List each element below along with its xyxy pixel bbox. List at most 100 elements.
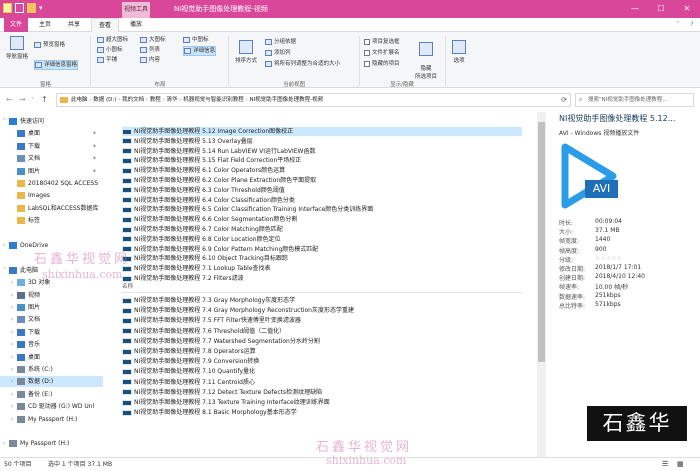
hide-selected-button[interactable]: 隐藏 所选项目	[412, 36, 440, 80]
file-row[interactable]: NI视觉助手图像处理教程 6.4 Color Classification颜色分…	[122, 196, 522, 205]
nav-item[interactable]: › 下载	[0, 327, 103, 338]
details-pane-button[interactable]: 详细信息窗格	[34, 60, 79, 70]
file-row[interactable]: NI视觉助手图像处理教程 6.8 Color Location颜色定位	[122, 235, 522, 244]
maximize-button[interactable]: ☐	[648, 0, 674, 18]
file-row[interactable]: NI视觉助手图像处理教程 7.10 Quantify量化	[122, 367, 522, 376]
details-view-icon[interactable]: ☰	[662, 458, 668, 471]
tab-share[interactable]: 共享	[62, 18, 86, 32]
forward-button[interactable]: →	[19, 95, 26, 104]
file-row[interactable]: NI视觉助手图像处理教程 7.3 Gray Morphology灰度形态学	[122, 296, 522, 305]
breadcrumb-item[interactable]: NI视觉助手图像处理教程-视频	[249, 97, 323, 103]
file-row[interactable]: NI视觉助手图像处理教程 6.3 Color Threshold颜色阈值	[122, 186, 522, 195]
layout-content[interactable]: 内容	[140, 56, 160, 64]
nav-item[interactable]: 下载 ✦	[0, 141, 103, 152]
nav-item[interactable]: › 系统 (C:)	[0, 364, 103, 375]
breadcrumb-item[interactable]: 清华	[167, 97, 178, 103]
layout-large-icons[interactable]: 大图标	[140, 36, 166, 44]
layout-tiles[interactable]: 平铺	[97, 56, 117, 64]
file-row[interactable]: NI视觉助手图像处理教程 6.1 Color Operators颜色运算	[122, 166, 522, 175]
up-button[interactable]: ↑	[41, 95, 48, 104]
file-row[interactable]: NI视觉助手图像处理教程 7.12 Detect Texture Defects…	[122, 388, 522, 397]
nav-item[interactable]: › My Passport (H:)	[0, 438, 103, 449]
large-icons-view-icon[interactable]: ▦	[677, 458, 684, 471]
preview-pane-button[interactable]: 预览窗格	[34, 41, 65, 49]
file-row[interactable]: NI视觉助手图像处理教程 7.6 Threshold阈值（二值化）	[122, 327, 522, 336]
nav-item[interactable]: 桌面 ✦	[0, 128, 103, 139]
layout-details[interactable]: 详细信息	[183, 46, 217, 56]
nav-item[interactable]: › 备份 (E:)	[0, 389, 103, 400]
nav-item[interactable]: › 文档	[0, 314, 103, 325]
ribbon-collapse-icon[interactable]: ˄	[672, 18, 684, 32]
file-row[interactable]: NI视觉助手图像处理教程 7.2 Filters滤波	[122, 274, 522, 283]
context-tab-video-tools[interactable]: 视频工具	[122, 2, 150, 18]
pin-icon[interactable]: ✦	[92, 128, 97, 139]
file-extensions-toggle[interactable]: 文件扩展名	[364, 49, 400, 57]
nav-item[interactable]: › My Passport (H:)	[0, 414, 103, 425]
file-row[interactable]: NI视觉助手图像处理教程 5.15 Flat Field Correction平…	[122, 156, 522, 165]
nav-item[interactable]: ˅ 快速访问	[0, 116, 103, 127]
nav-item[interactable]: 标签	[0, 215, 103, 226]
new-folder-icon[interactable]	[27, 3, 36, 13]
file-row[interactable]: NI视觉助手图像处理教程 7.11 Centroid质心	[122, 378, 522, 387]
column-header-name[interactable]: 名称	[122, 283, 133, 291]
file-row[interactable]: NI视觉助手图像处理教程 7.9 Conversion转换	[122, 357, 522, 366]
file-row[interactable]: NI视觉助手图像处理教程 7.1 Lookup Table查找表	[122, 264, 522, 273]
file-list-scrollbar[interactable]	[537, 112, 546, 457]
recent-locations-button[interactable]: ˅	[31, 97, 34, 104]
layout-extra-large-icons[interactable]: 超大图标	[97, 36, 128, 44]
file-row[interactable]: NI视觉助手图像处理教程 5.14 Run LabVIEW VI运行LabVIE…	[122, 147, 522, 156]
options-button[interactable]: 选项	[448, 40, 470, 64]
back-button[interactable]: ←	[6, 95, 13, 104]
file-row[interactable]: NI视觉助手图像处理教程 7.13 Texture Training Inter…	[122, 398, 522, 407]
breadcrumb-item[interactable]: 我的文档	[122, 97, 144, 103]
item-checkboxes-toggle[interactable]: 项目复选框	[364, 38, 400, 46]
close-button[interactable]: ✕	[674, 0, 700, 18]
quick-access-dropdown-icon[interactable]: ▾	[39, 3, 48, 13]
layout-small-icons[interactable]: 小图标	[97, 46, 123, 54]
nav-item[interactable]: 20180402 SQL ACCESS	[0, 178, 103, 189]
add-columns-button[interactable]: 添加列	[265, 49, 291, 57]
address-bar[interactable]: 此电脑 › 数据 (D:) › 我的文档 › 教程 › 清华 › 机器视觉与智能…	[56, 93, 571, 107]
layout-medium-icons[interactable]: 中图标	[183, 36, 209, 44]
breadcrumb-item[interactable]: 数据 (D:)	[93, 97, 116, 103]
sort-by-button[interactable]: 排序方式	[231, 40, 261, 64]
help-icon[interactable]: ?	[686, 18, 698, 32]
file-row[interactable]: NI视觉助手图像处理教程 7.7 Watershed Segmentation分…	[122, 337, 522, 346]
breadcrumb-item[interactable]: 教程	[150, 97, 161, 103]
hidden-items-toggle[interactable]: 隐藏的项目	[364, 60, 400, 68]
refresh-icon[interactable]: ⟳	[561, 94, 567, 106]
nav-item[interactable]: 文档 ✦	[0, 153, 103, 164]
nav-item[interactable]: › 数据 (D:)	[0, 376, 103, 388]
nav-pane-button[interactable]: 导航窗格	[3, 36, 31, 60]
pin-icon[interactable]: ✦	[92, 153, 97, 164]
file-row[interactable]: NI视觉助手图像处理教程 6.7 Color Matching颜色匹配	[122, 225, 522, 234]
file-row[interactable]: NI视觉助手图像处理教程 8.1 Basic Morphology基本形态学	[122, 408, 522, 417]
nav-item[interactable]: › 图片	[0, 302, 103, 313]
scrollbar-thumb[interactable]	[538, 122, 545, 362]
group-by-button[interactable]: 分组依据	[265, 38, 296, 46]
file-row[interactable]: NI视觉助手图像处理教程 7.8 Operators运算	[122, 347, 522, 356]
nav-item[interactable]: › 桌面	[0, 352, 103, 363]
pin-icon[interactable]: ✦	[92, 166, 97, 177]
nav-item[interactable]: › CD 驱动器 (G:) WD Unl	[0, 401, 103, 412]
layout-list[interactable]: 列表	[140, 46, 160, 54]
file-row[interactable]: NI视觉助手图像处理教程 7.5 FFT Filter快速傅里叶变换滤波器	[122, 316, 522, 325]
tab-file[interactable]: 文件	[4, 18, 28, 32]
file-row[interactable]: NI视觉助手图像处理教程 5.13 Overlay叠层	[122, 137, 522, 146]
file-row[interactable]: NI视觉助手图像处理教程 6.9 Color Pattern Matching颜…	[122, 245, 522, 254]
file-row[interactable]: NI视觉助手图像处理教程 6.2 Color Plane Extraction颜…	[122, 176, 522, 185]
nav-item[interactable]: › 音乐	[0, 339, 103, 350]
tab-home[interactable]: 主页	[33, 18, 57, 32]
pin-icon[interactable]: ✦	[92, 141, 97, 152]
nav-item[interactable]: LabSQL和ACCESS数据库	[0, 203, 103, 214]
file-row[interactable]: NI视觉助手图像处理教程 6.5 Color Classification Tr…	[122, 205, 522, 214]
nav-item[interactable]: Images	[0, 190, 103, 201]
file-row[interactable]: NI视觉助手图像处理教程 7.4 Gray Morphology Reconst…	[122, 306, 522, 315]
minimize-button[interactable]: —	[622, 0, 648, 18]
breadcrumb-item[interactable]: 机器视觉与智能识别教程	[183, 97, 244, 103]
file-row[interactable]: NI视觉助手图像处理教程 6.6 Color Segmentation颜色分割	[122, 215, 522, 224]
properties-icon[interactable]	[15, 3, 24, 13]
tab-view[interactable]: 查看	[91, 18, 119, 33]
breadcrumb[interactable]: 此电脑 › 数据 (D:) › 我的文档 › 教程 › 清华 › 机器视觉与智能…	[71, 94, 323, 106]
search-input[interactable]: ⌕ 搜索"NI视觉助手图像处理教程...	[575, 93, 694, 107]
